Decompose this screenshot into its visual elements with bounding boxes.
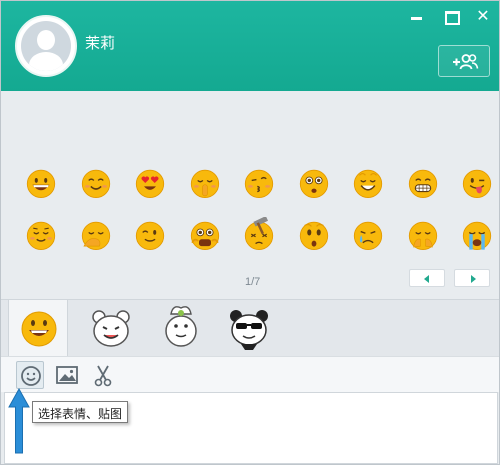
emoji-heart-eyes[interactable]	[132, 165, 168, 201]
emoji-relieved[interactable]	[23, 217, 59, 253]
chef-sticker-icon	[165, 306, 197, 347]
panda-sticker-icon	[230, 310, 268, 350]
emoji-surprised[interactable]	[296, 165, 332, 201]
emoji-shush[interactable]	[187, 165, 223, 201]
add-friend-icon	[453, 54, 479, 70]
emoji-kiss[interactable]	[241, 165, 277, 201]
input-toolbar	[1, 356, 499, 392]
tab-chef-stickers[interactable]	[151, 300, 211, 357]
emoji-shocked[interactable]	[296, 217, 332, 253]
add-friend-button[interactable]	[438, 45, 490, 77]
page-indicator: 1/7	[245, 276, 261, 288]
emoji-facepalm[interactable]	[78, 217, 114, 253]
scissors-icon	[94, 365, 112, 387]
emoji-smile[interactable]	[78, 165, 114, 201]
bear-sticker-icon	[92, 310, 130, 347]
emoji-grimace[interactable]	[405, 165, 441, 201]
emoji-wink[interactable]	[132, 217, 168, 253]
chat-window: 茉莉 ✕ 1/7 选择表情、贴图	[0, 0, 500, 465]
emoji-tooltip: 选择表情、贴图	[32, 401, 129, 423]
emoji-tongue-wink[interactable]	[459, 165, 495, 201]
emoji-smirk[interactable]	[350, 165, 386, 201]
tab-panda-stickers[interactable]	[219, 300, 279, 357]
emoji-hammer-hit[interactable]	[241, 216, 277, 253]
next-page-button[interactable]	[454, 269, 490, 287]
prev-page-button[interactable]	[409, 269, 445, 287]
sticker-tabbar	[1, 299, 499, 357]
emoji-grin[interactable]	[23, 165, 59, 201]
screenshot-button[interactable]	[89, 361, 117, 389]
send-image-button[interactable]	[53, 361, 81, 389]
tab-emoji[interactable]	[8, 300, 68, 357]
tab-bear-stickers[interactable]	[81, 300, 141, 357]
emoji-tab-icon	[21, 311, 57, 347]
emoji-sob[interactable]	[459, 217, 495, 253]
contact-name[interactable]: 茉莉	[85, 32, 115, 53]
emoji-cry[interactable]	[350, 217, 386, 253]
close-button[interactable]: ✕	[472, 8, 494, 24]
avatar[interactable]	[15, 15, 77, 77]
emoji-cover-mouth[interactable]	[405, 217, 441, 253]
avatar-placeholder-icon	[21, 21, 71, 71]
minimize-button[interactable]	[406, 9, 428, 23]
up-arrow-icon	[8, 387, 30, 454]
image-icon	[56, 366, 78, 384]
chat-header: 茉莉 ✕	[1, 1, 499, 91]
emoji-button[interactable]	[16, 361, 44, 389]
maximize-button[interactable]	[440, 9, 462, 25]
smiley-icon	[21, 366, 41, 386]
emoji-scared[interactable]	[187, 217, 223, 253]
